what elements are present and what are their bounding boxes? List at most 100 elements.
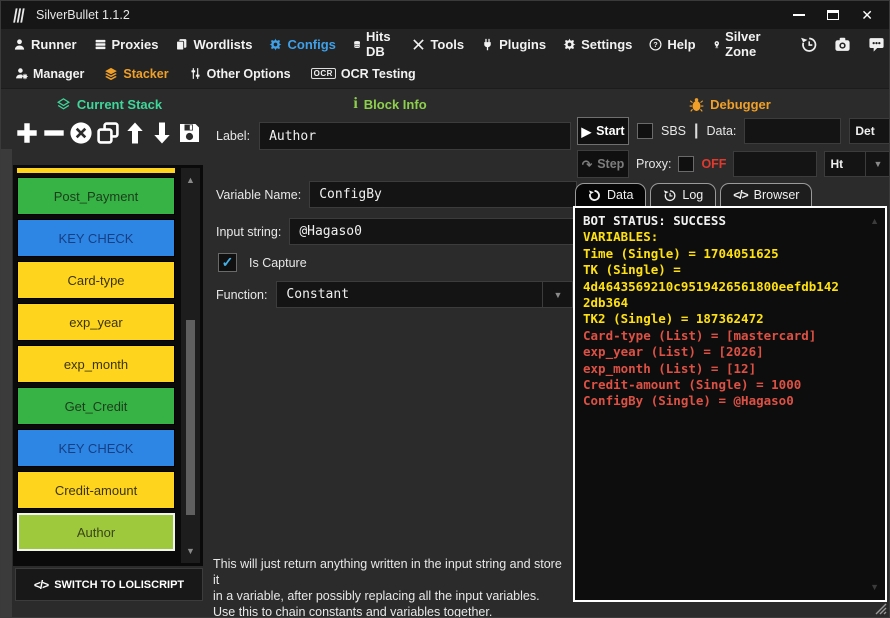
resize-grip[interactable] — [874, 602, 887, 615]
data-input[interactable] — [744, 118, 841, 144]
menu-item-configs[interactable]: Configs — [269, 37, 335, 52]
label-row: Label: — [216, 122, 571, 150]
input-string-input[interactable] — [289, 218, 575, 245]
submenu-item-stacker[interactable]: Stacker — [104, 67, 168, 81]
proxy-mode-select[interactable]: Ht ▼ — [824, 151, 890, 177]
log-history-icon — [663, 189, 676, 202]
arrow-down-icon — [150, 121, 174, 145]
stack-toolbar — [15, 115, 201, 151]
block-info-header: i Block Info — [211, 95, 569, 113]
stack-items: Post_Payment KEY CHECK Card-type exp_yea… — [17, 168, 175, 555]
start-button[interactable]: ▶Start — [577, 117, 629, 145]
bug-icon — [689, 97, 704, 112]
switch-to-loliscript-button[interactable]: </> SWITCH TO LOLISCRIPT — [15, 568, 203, 601]
menu-item-proxies[interactable]: Proxies — [94, 37, 159, 52]
stack-block-item[interactable]: Card-type — [17, 261, 175, 299]
move-up-button[interactable] — [123, 121, 147, 145]
proxies-icon — [94, 38, 107, 51]
menu-item-settings[interactable]: Settings — [563, 37, 632, 52]
function-caption: Function: — [216, 288, 267, 302]
menu-item-wordlists[interactable]: Wordlists — [175, 37, 252, 52]
main-menu-bar: Runner Proxies Wordlists Configs Hits DB… — [1, 29, 889, 59]
sbs-checkbox[interactable] — [637, 123, 653, 139]
scrollbar-thumb[interactable] — [186, 320, 195, 515]
move-down-button[interactable] — [150, 121, 174, 145]
chevron-down-icon[interactable]: ▼ — [865, 152, 889, 176]
screenshot-button[interactable] — [834, 36, 851, 53]
discord-icon — [868, 36, 885, 53]
copy-icon — [96, 121, 120, 145]
output-line: exp_month (List) = [12] — [583, 361, 877, 377]
stack-block-item[interactable] — [17, 168, 175, 173]
proxy-checkbox[interactable] — [678, 156, 694, 172]
input-string-row: Input string: — [216, 218, 575, 245]
wordlists-icon — [175, 38, 188, 51]
output-line: ConfigBy (Single) = @Hagaso0 — [583, 393, 877, 409]
menu-item-silver-zone[interactable]: Silver Zone — [713, 29, 766, 59]
submenu-item-other-options[interactable]: Other Options — [189, 67, 291, 81]
function-selected-value: Constant — [277, 287, 542, 302]
stack-block-item[interactable]: Credit-amount — [17, 471, 175, 509]
output-scroll-up-icon[interactable]: ▲ — [870, 216, 879, 226]
tab-log[interactable]: Log — [650, 183, 716, 206]
tab-data[interactable]: Data — [575, 183, 646, 206]
menu-item-hits-db[interactable]: Hits DB — [353, 29, 396, 59]
discord-button[interactable] — [868, 36, 885, 53]
proxy-mode-value: Ht — [825, 157, 865, 171]
variable-name-input[interactable] — [309, 181, 577, 208]
stack-block-list: Post_Payment KEY CHECK Card-type exp_yea… — [13, 165, 203, 566]
is-capture-label: Is Capture — [249, 256, 307, 270]
menu-item-help[interactable]: Help — [649, 37, 695, 52]
submenu-item-manager[interactable]: Manager — [15, 67, 84, 81]
step-arrow-icon: ↷ — [582, 157, 592, 172]
history-icon — [800, 36, 817, 53]
output-line: VARIABLES: — [583, 229, 877, 245]
is-capture-checkbox[interactable]: ✓ — [218, 253, 237, 272]
minimize-button[interactable] — [793, 14, 805, 16]
label-caption: Label: — [216, 129, 250, 143]
scroll-up-arrow-icon[interactable]: ▲ — [181, 172, 200, 188]
stack-block-item[interactable]: exp_year — [17, 303, 175, 341]
stack-block-item[interactable]: KEY CHECK — [17, 219, 175, 257]
scroll-down-arrow-icon[interactable]: ▼ — [181, 543, 200, 559]
save-floppy-icon — [177, 121, 201, 145]
stack-block-item[interactable]: Get_Credit — [17, 387, 175, 425]
menu-item-plugins[interactable]: Plugins — [481, 37, 546, 52]
output-line: Credit-amount (Single) = 1000 — [583, 377, 877, 393]
function-select[interactable]: Constant ▼ — [276, 281, 573, 308]
stack-block-item[interactable]: exp_month — [17, 345, 175, 383]
menu-item-tools[interactable]: Tools — [412, 37, 464, 52]
main-content: Current Stack Post_Payment — [1, 89, 889, 617]
debugger-row-2: ↷Step Proxy: OFF Ht ▼ — [577, 150, 890, 178]
step-button[interactable]: ↷Step — [577, 150, 629, 178]
config-sub-menu: Manager Stacker Other Options OCROCR Tes… — [1, 59, 889, 89]
settings-gear-icon — [563, 38, 576, 51]
function-row: Function: Constant ▼ — [216, 281, 573, 308]
history-button[interactable] — [800, 36, 817, 53]
add-block-button[interactable] — [15, 121, 39, 145]
proxy-label: Proxy: — [636, 157, 671, 171]
stack-block-item[interactable]: Author — [17, 513, 175, 551]
chevron-down-icon[interactable]: ▼ — [542, 282, 572, 307]
label-input[interactable] — [259, 122, 571, 150]
close-button[interactable]: ✕ — [861, 8, 873, 22]
output-line: 2db364 — [583, 295, 877, 311]
stack-block-item[interactable]: KEY CHECK — [17, 429, 175, 467]
block-description: This will just return anything written i… — [213, 556, 569, 618]
menu-item-runner[interactable]: Runner — [13, 37, 77, 52]
maximize-button[interactable] — [827, 10, 839, 20]
output-scroll-down-icon[interactable]: ▼ — [870, 582, 879, 592]
proxy-input[interactable] — [733, 151, 817, 177]
stack-block-item[interactable]: Post_Payment — [17, 177, 175, 215]
remove-block-button[interactable] — [42, 121, 66, 145]
clear-stack-button[interactable] — [69, 121, 93, 145]
save-stack-button[interactable] — [177, 121, 201, 145]
submenu-item-ocr-testing[interactable]: OCROCR Testing — [311, 67, 416, 81]
layers-diamond-icon — [56, 97, 71, 112]
data-mode-select[interactable]: Det ▼ — [849, 118, 890, 144]
debugger-output[interactable]: BOT STATUS: SUCCESS VARIABLES: Time (Sin… — [573, 206, 887, 602]
stack-list-scrollbar[interactable]: ▲ ▼ — [181, 168, 200, 563]
duplicate-block-button[interactable] — [96, 121, 120, 145]
help-icon — [649, 38, 662, 51]
tab-browser[interactable]: </> Browser — [720, 183, 812, 206]
